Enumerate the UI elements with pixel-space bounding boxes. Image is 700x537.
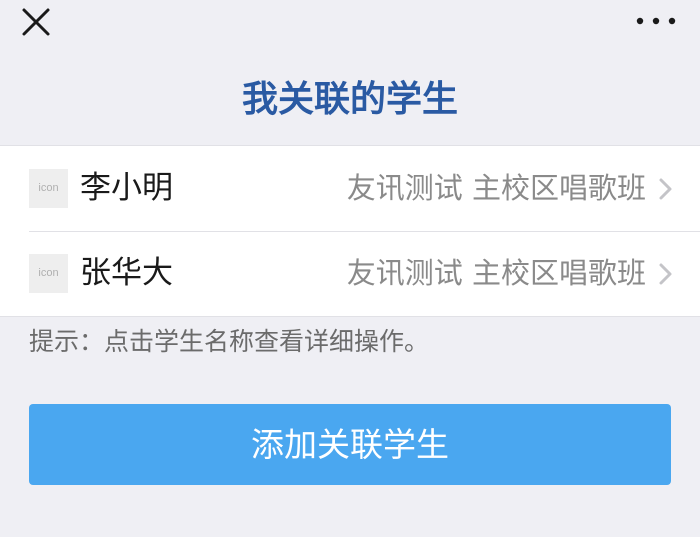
top-bar [0,0,700,48]
chevron-right-icon [659,263,672,285]
chevron-right-icon [659,178,672,200]
more-button[interactable] [632,6,682,36]
student-row[interactable]: icon 张华大 友讯测试 主校区唱歌班 [0,231,700,316]
student-class-info: 友讯测试 主校区唱歌班 [346,256,646,290]
page: 我关联的学生 icon 李小明 友讯测试 主校区唱歌班 icon 张华大 友讯测… [0,0,700,537]
page-title: 我关联的学生 [241,79,458,120]
add-linked-student-button[interactable]: 添加关联学生 [29,404,671,485]
close-icon [22,8,50,36]
hint-text: 提示：点击学生名称查看详细操作。 [29,327,430,356]
student-name: 李小明 [80,170,173,206]
student-avatar: icon [29,254,68,293]
close-button[interactable] [16,4,56,40]
student-name: 张华大 [80,255,173,291]
student-class-info: 友讯测试 主校区唱歌班 [346,171,646,205]
more-dots-icon [636,17,676,25]
student-list: icon 李小明 友讯测试 主校区唱歌班 icon 张华大 友讯测试 主校区唱歌… [0,145,700,317]
student-row[interactable]: icon 李小明 友讯测试 主校区唱歌班 [0,146,700,231]
student-avatar: icon [29,169,68,208]
